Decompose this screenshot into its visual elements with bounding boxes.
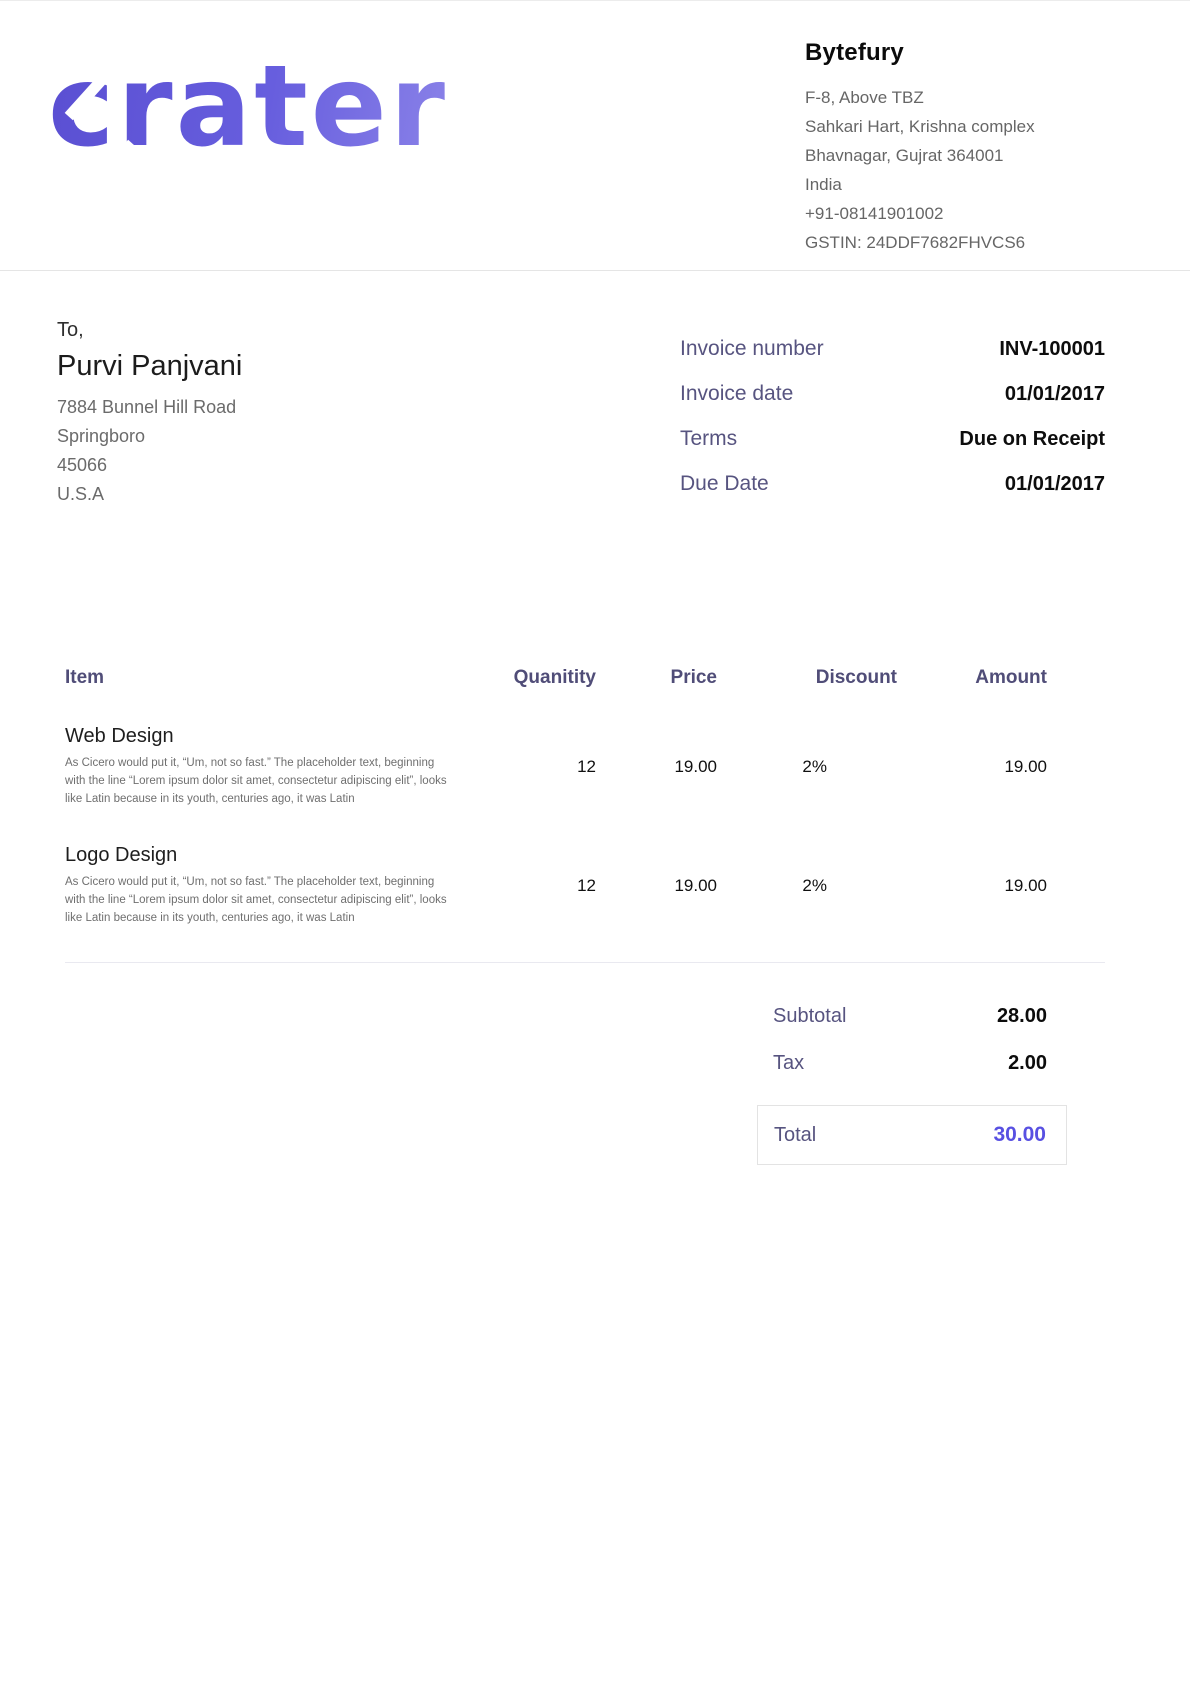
item-name: Web Design	[65, 725, 495, 748]
item-cell: Web Design As Cicero would put it, “Um, …	[65, 725, 495, 808]
item-discount: 2%	[717, 757, 897, 777]
bill-to-block: To, Purvi Panjvani 7884 Bunnel Hill Road…	[57, 319, 242, 517]
invoice-meta: Invoice number INV-100001 Invoice date 0…	[680, 337, 1105, 517]
crater-wordmark: crater	[48, 51, 448, 163]
customer-address-line: 45066	[57, 451, 242, 480]
item-quantity: 12	[495, 876, 596, 896]
item-cell: Logo Design As Cicero would put it, “Um,…	[65, 844, 495, 927]
table-row: Logo Design As Cicero would put it, “Um,…	[65, 844, 1105, 927]
company-address-line: Sahkari Hart, Krishna complex	[805, 112, 1105, 141]
tax-row: Tax 2.00	[757, 1052, 1067, 1075]
customer-name: Purvi Panjvani	[57, 350, 242, 383]
company-phone: +91-08141901002	[805, 199, 1105, 228]
item-price: 19.00	[596, 757, 717, 777]
customer-address-line: 7884 Bunnel Hill Road	[57, 393, 242, 422]
invoice-number-value: INV-100001	[999, 338, 1105, 361]
item-discount: 2%	[717, 876, 897, 896]
item-name: Logo Design	[65, 844, 495, 867]
item-amount: 19.00	[897, 876, 1105, 896]
customer-address-line: U.S.A	[57, 480, 242, 509]
col-header-amount: Amount	[897, 667, 1105, 689]
item-description-line: with the line “Lorem ipsum dolor sit ame…	[65, 892, 495, 910]
due-date-value: 01/01/2017	[1005, 473, 1105, 496]
item-description: As Cicero would put it, “Um, not so fast…	[65, 755, 495, 808]
company-address-line: India	[805, 170, 1105, 199]
item-description-line: like Latin because in its youth, centuri…	[65, 791, 495, 809]
col-header-item: Item	[65, 667, 495, 689]
col-header-discount: Discount	[717, 667, 897, 689]
company-address-line: F-8, Above TBZ	[805, 83, 1105, 112]
meta-row-invoice-number: Invoice number INV-100001	[680, 337, 1105, 361]
company-address-line: Bhavnagar, Gujrat 364001	[805, 141, 1105, 170]
subtotal-label: Subtotal	[773, 1005, 846, 1028]
meta-row-invoice-date: Invoice date 01/01/2017	[680, 382, 1105, 406]
bill-to-prefix: To,	[57, 319, 242, 342]
meta-row-due-date: Due Date 01/01/2017	[680, 472, 1105, 496]
total-box: Total 30.00	[757, 1105, 1067, 1165]
total-value: 30.00	[993, 1123, 1046, 1147]
item-amount: 19.00	[897, 757, 1105, 777]
terms-label: Terms	[680, 427, 737, 451]
company-gstin: GSTIN: 24DDF7682FHVCS6	[805, 228, 1105, 257]
due-date-label: Due Date	[680, 472, 769, 496]
totals-section: Subtotal 28.00 Tax 2.00 Total 30.00	[0, 963, 1190, 1165]
items-table-header: Item Quanitity Price Discount Amount	[65, 667, 1105, 689]
total-label: Total	[774, 1124, 816, 1147]
invoice-page: crater Bytefury F-8, Above TBZ Sahkari H…	[0, 0, 1190, 1684]
customer-address-line: Springboro	[57, 422, 242, 451]
col-header-quantity: Quanitity	[495, 667, 596, 689]
tax-label: Tax	[773, 1052, 804, 1075]
item-quantity: 12	[495, 757, 596, 777]
item-description-line: with the line “Lorem ipsum dolor sit ame…	[65, 773, 495, 791]
col-header-price: Price	[596, 667, 717, 689]
table-row: Web Design As Cicero would put it, “Um, …	[65, 725, 1105, 808]
item-description: As Cicero would put it, “Um, not so fast…	[65, 874, 495, 927]
invoice-date-label: Invoice date	[680, 382, 793, 406]
item-description-line: As Cicero would put it, “Um, not so fast…	[65, 874, 495, 892]
meta-row-terms: Terms Due on Receipt	[680, 427, 1105, 451]
terms-value: Due on Receipt	[959, 428, 1105, 451]
invoice-date-value: 01/01/2017	[1005, 383, 1105, 406]
invoice-header: crater Bytefury F-8, Above TBZ Sahkari H…	[0, 1, 1190, 271]
tax-value: 2.00	[1008, 1052, 1047, 1075]
subtotal-row: Subtotal 28.00	[757, 1005, 1067, 1028]
crater-logo: crater	[48, 51, 448, 201]
item-description-line: As Cicero would put it, “Um, not so fast…	[65, 755, 495, 773]
invoice-number-label: Invoice number	[680, 337, 824, 361]
items-table: Item Quanitity Price Discount Amount Web…	[65, 667, 1105, 928]
address-section: To, Purvi Panjvani 7884 Bunnel Hill Road…	[0, 271, 1190, 517]
company-name: Bytefury	[805, 39, 1105, 67]
subtotal-value: 28.00	[997, 1005, 1047, 1028]
item-price: 19.00	[596, 876, 717, 896]
company-block: Bytefury F-8, Above TBZ Sahkari Hart, Kr…	[805, 39, 1105, 270]
item-description-line: like Latin because in its youth, centuri…	[65, 910, 495, 928]
